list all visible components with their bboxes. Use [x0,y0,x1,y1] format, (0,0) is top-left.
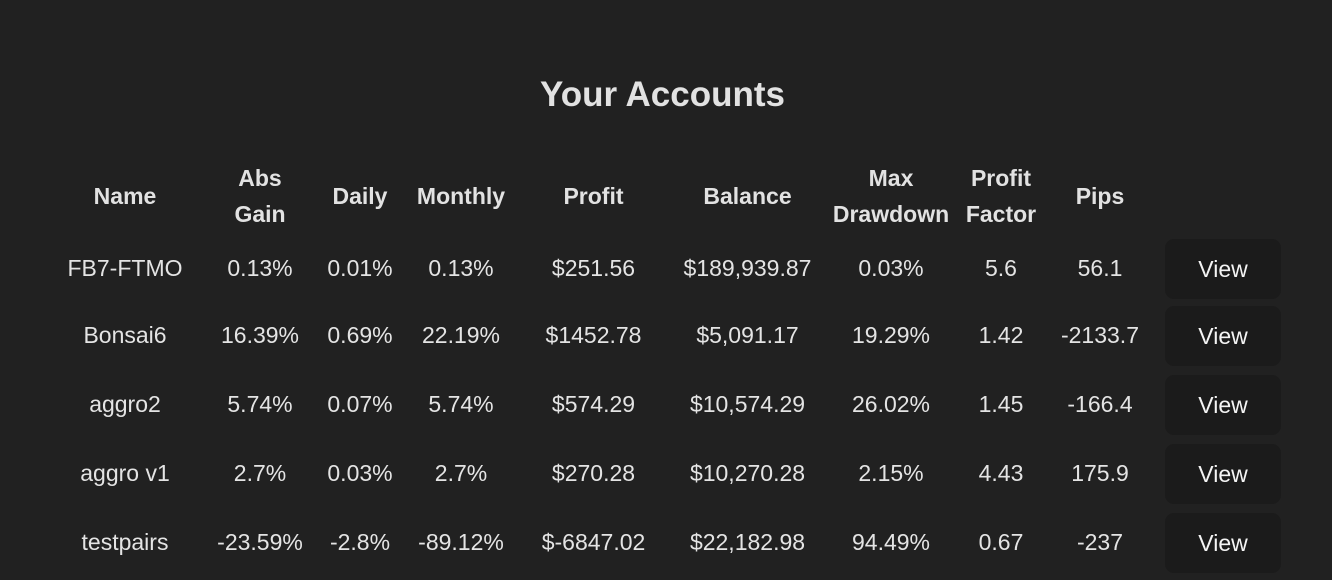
view-button[interactable]: View [1165,443,1281,504]
cell-action: View [1155,236,1291,301]
accounts-page: Your Accounts Name Abs Gain Daily Monthly… [0,0,1332,580]
cell-balance: $22,182.98 [689,529,806,555]
cell-balance: $5,091.17 [696,322,799,348]
view-button[interactable]: View [1165,305,1281,366]
cell-name: testpairs [81,529,169,555]
cell-abs-gain: -23.59% [217,529,303,555]
page-title: Your Accounts [539,75,786,114]
header-abs-gain: Abs Gain [234,165,286,227]
view-button[interactable]: View [1165,512,1281,573]
cell-balance: $10,270.28 [689,460,806,486]
cell-profit: $251.56 [551,255,636,281]
cell-action: View [1155,508,1291,577]
cell-profit-factor: 1.45 [978,391,1024,417]
cell-abs-gain: 2.7% [233,460,287,486]
cell-profit-factor: 1.42 [978,322,1024,348]
cell-daily: 0.01% [327,255,393,281]
cell-profit: $1452.78 [545,322,642,348]
cell-max-drawdown: 0.03% [858,255,924,281]
cell-daily: 0.07% [327,391,393,417]
cell-name: aggro2 [89,391,161,417]
cell-max-drawdown: 94.49% [851,529,930,555]
cell-profit: $574.29 [551,391,636,417]
table-row: testpairs -23.59% -2.8% -89.12% $-6847.0… [45,508,1291,577]
cell-max-drawdown: 26.02% [851,391,930,417]
header-balance: Balance [703,183,792,209]
header-monthly: Monthly [416,183,506,209]
view-button[interactable]: View [1165,374,1281,435]
cell-max-drawdown: 2.15% [858,460,924,486]
cell-pips: 175.9 [1071,460,1129,486]
header-name: Name [93,183,157,209]
cell-abs-gain: 5.74% [227,391,293,417]
header-profit-factor: Profit Factor [965,165,1037,227]
cell-monthly: 0.13% [428,255,494,281]
cell-daily: -2.8% [329,529,391,555]
cell-monthly: 2.7% [434,460,488,486]
table-row: FB7-FTMO 0.13% 0.01% 0.13% $251.56 $189,… [45,236,1291,301]
header-max-drawdown: Max Drawdown [832,165,950,227]
cell-pips: 56.1 [1077,255,1123,281]
cell-name: Bonsai6 [83,322,167,348]
table-header-row: Name Abs Gain Daily Monthly Profit Balanc… [45,156,1291,236]
cell-name: FB7-FTMO [67,255,183,281]
cell-abs-gain: 0.13% [227,255,293,281]
cell-max-drawdown: 19.29% [851,322,930,348]
header-pips: Pips [1075,183,1125,209]
header-action [1155,156,1291,236]
cell-action: View [1155,301,1291,370]
cell-monthly: 22.19% [421,322,500,348]
cell-name: aggro v1 [80,460,170,486]
cell-profit: $-6847.02 [541,529,646,555]
header-daily: Daily [332,183,388,209]
cell-abs-gain: 16.39% [220,322,299,348]
cell-balance: $189,939.87 [683,255,812,281]
cell-daily: 0.69% [327,322,393,348]
table-row: Bonsai6 16.39% 0.69% 22.19% $1452.78 $5,… [45,301,1291,370]
accounts-table: Name Abs Gain Daily Monthly Profit Balanc… [45,156,1291,577]
cell-balance: $10,574.29 [689,391,806,417]
cell-monthly: 5.74% [428,391,494,417]
cell-profit-factor: 4.43 [978,460,1024,486]
cell-monthly: -89.12% [418,529,504,555]
cell-action: View [1155,370,1291,439]
cell-action: View [1155,439,1291,508]
cell-profit-factor: 5.6 [985,255,1017,281]
table-row: aggro2 5.74% 0.07% 5.74% $574.29 $10,574… [45,370,1291,439]
cell-profit-factor: 0.67 [978,529,1024,555]
cell-pips: -166.4 [1067,391,1133,417]
cell-pips: -2133.7 [1060,322,1139,348]
header-profit: Profit [563,183,624,209]
cell-pips: -237 [1076,529,1124,555]
table-row: aggro v1 2.7% 0.03% 2.7% $270.28 $10,270… [45,439,1291,508]
cell-profit: $270.28 [551,460,636,486]
view-button[interactable]: View [1165,238,1281,299]
cell-daily: 0.03% [327,460,393,486]
